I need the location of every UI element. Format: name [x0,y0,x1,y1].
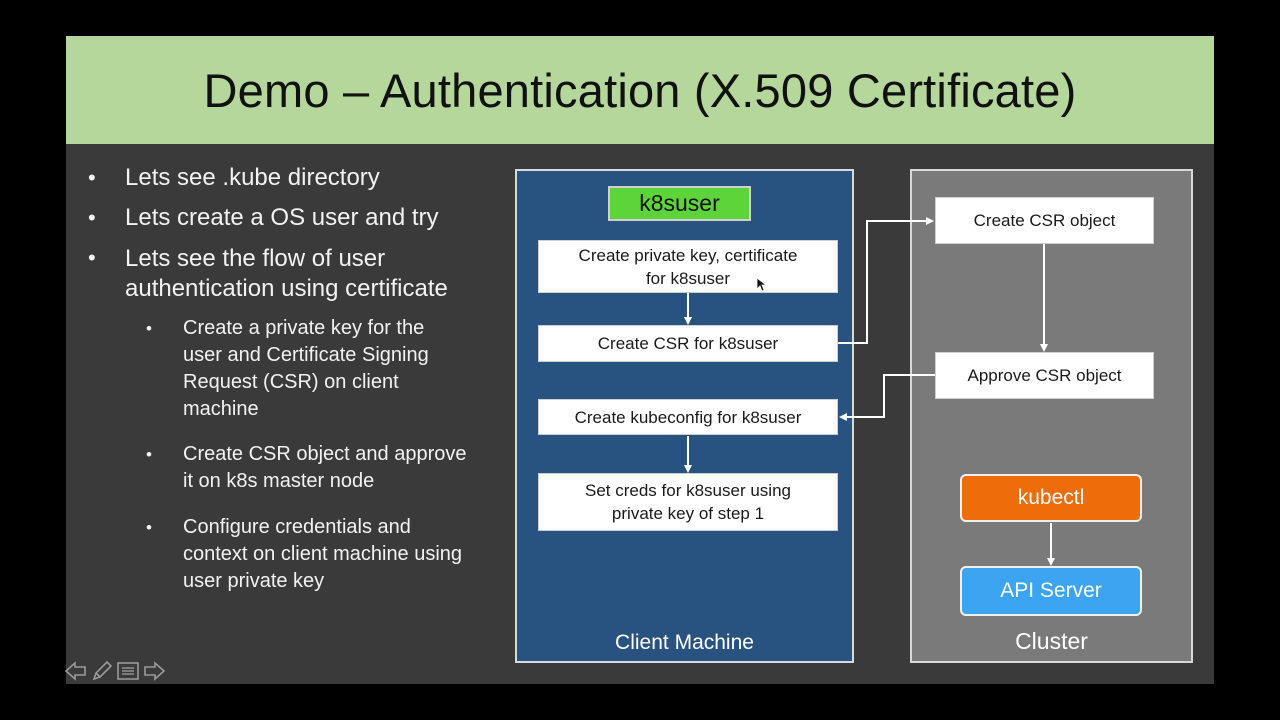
menu-icon[interactable] [116,660,140,682]
step-approve-csr-object: Approve CSR object [935,352,1154,399]
title-bar: Demo – Authentication (X.509 Certificate… [66,36,1214,144]
sub-bullet-line: context on client machine using [183,543,463,565]
step-create-kubeconfig: Create kubeconfig for k8suser [538,399,838,435]
next-arrow-icon[interactable] [142,660,166,682]
slide: Demo – Authentication (X.509 Certificate… [66,36,1214,684]
step-create-private-key: Create private key, certificate for k8su… [538,240,838,293]
sub-bullet-line: Create a private key for the [183,317,425,339]
sub-bullet-glyph: • [146,445,152,464]
step-create-csr-object: Create CSR object [935,197,1154,244]
client-machine-label: Client Machine [615,631,754,654]
sub-bullet-line: Create CSR object and approve [183,443,467,465]
step-line: Set creds for k8suser using [585,481,791,500]
bullet-glyph: • [88,165,96,190]
sub-bullet-line: user private key [183,570,325,592]
k8suser-badge: k8suser [608,186,751,221]
sub-bullet-glyph: • [146,319,152,338]
step-line: Create kubeconfig for k8suser [574,407,802,427]
cluster-label: Cluster [1015,628,1088,654]
mouse-cursor-icon [756,277,768,292]
step-line: Create private key, certificate [578,245,798,265]
bullet-item-continuation: authentication using certificate [125,275,448,302]
step-line: Create CSR object [973,211,1116,230]
sub-bullet-line: it on k8s master node [183,470,375,492]
bullet-item: Lets see .kube directory [125,164,380,191]
pen-icon[interactable] [90,660,114,682]
api-server-box: API Server [960,566,1142,616]
sub-bullet-line: Configure credentials and [183,516,411,538]
bullet-item: Lets create a OS user and try [125,204,439,231]
step-set-creds: Set creds for k8suser using private key … [538,473,838,531]
step-line: Create CSR for k8suser [597,334,779,353]
step-line: private key of step 1 [611,504,765,523]
step-line: Approve CSR object [967,366,1122,385]
bullet-item: Lets see the flow of user [125,245,386,272]
bullet-glyph: • [88,205,96,230]
sub-bullet-line: Request (CSR) on client [183,371,399,393]
sub-bullet-glyph: • [146,518,152,537]
bullet-glyph: • [88,245,96,270]
slide-nav-bar [64,660,166,682]
step-create-csr: Create CSR for k8suser [538,325,838,362]
kubectl-box: kubectl [960,474,1142,522]
prev-arrow-icon[interactable] [64,660,88,682]
sub-bullet-line: user and Certificate Signing [183,344,429,366]
sub-bullet-line: machine [183,398,259,420]
slide-title: Demo – Authentication (X.509 Certificate… [203,63,1077,117]
